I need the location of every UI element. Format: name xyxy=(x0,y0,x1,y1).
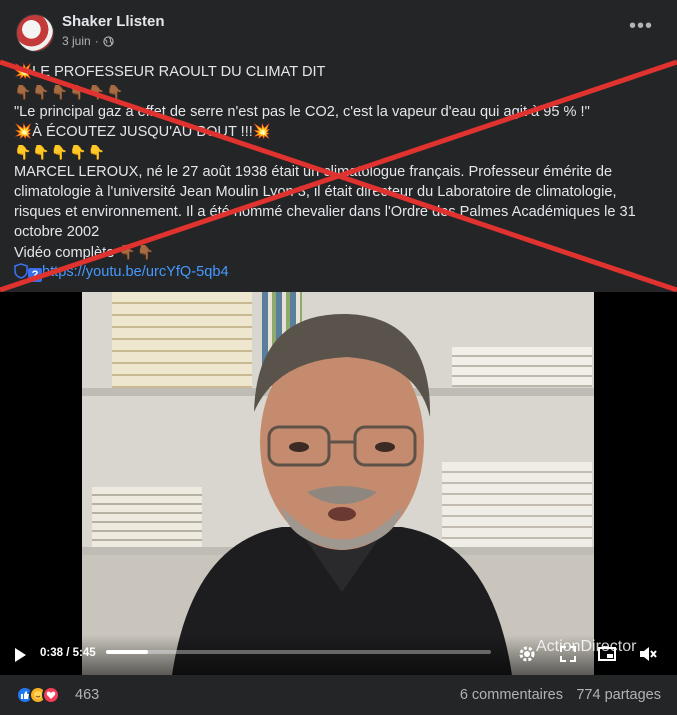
full-video-label: Vidéo complète xyxy=(14,245,115,261)
speaker-figure xyxy=(172,313,512,675)
facebook-post: Shaker Llisten 3 juin · ••• 💥LE PROFESSE… xyxy=(0,0,677,715)
explosion-icon: 💥 xyxy=(14,64,33,80)
reactions[interactable] xyxy=(16,686,60,704)
love-icon xyxy=(42,686,60,704)
author-name[interactable]: Shaker Llisten xyxy=(62,13,165,30)
video-player[interactable]: 0:38 / 5:45 ActionDirector xyxy=(0,292,677,675)
video-time: 0:38 / 5:45 xyxy=(40,647,96,659)
post-header: Shaker Llisten 3 juin · ••• xyxy=(0,0,677,58)
post-meta: 3 juin · xyxy=(62,34,114,48)
mute-icon[interactable] xyxy=(638,644,658,664)
pointing-down-hands-icon: 👇👇👇👇👇 xyxy=(14,144,107,160)
video-frame xyxy=(82,292,594,675)
play-icon[interactable] xyxy=(12,647,28,663)
post-quote: "Le principal gaz à effet de serre n'est… xyxy=(14,104,590,120)
settings-icon[interactable] xyxy=(517,644,537,664)
post-bio: MARCEL LEROUX, né le 27 août 1938 était … xyxy=(14,164,636,240)
post-date[interactable]: 3 juin xyxy=(62,34,91,48)
explosion-icon: 💥 xyxy=(14,124,33,140)
more-options-button[interactable]: ••• xyxy=(629,16,653,36)
video-progress-fill xyxy=(106,650,149,654)
shield-icon xyxy=(14,263,28,279)
comments-count[interactable]: 6 commentaires xyxy=(460,687,563,703)
explosion-icon: 💥 xyxy=(252,124,271,140)
video-progress-bar[interactable] xyxy=(106,650,491,654)
pointing-down-hands-icon: 👇🏾👇🏾 xyxy=(118,244,156,260)
post-text: 💥LE PROFESSEUR RAOULT DU CLIMAT DIT 👇🏾👇🏾… xyxy=(14,62,664,282)
author-avatar[interactable] xyxy=(16,14,54,52)
video-watermark: ActionDirector xyxy=(536,638,637,655)
reaction-count[interactable]: 463 xyxy=(75,687,99,703)
picture-in-picture-icon[interactable] xyxy=(597,644,617,664)
question-icon: ? xyxy=(28,268,42,282)
post-title: LE PROFESSEUR RAOULT DU CLIMAT DIT xyxy=(32,64,326,80)
pointing-down-hands-icon: 👇🏾👇🏾👇🏾👇🏾👇🏾👇🏾 xyxy=(14,84,125,100)
shares-count[interactable]: 774 partages xyxy=(576,687,661,703)
post-listen: À ÉCOUTEZ JUSQU'AU BOUT !!! xyxy=(32,124,253,140)
fullscreen-icon[interactable] xyxy=(558,644,578,664)
globe-icon xyxy=(103,35,114,47)
post-footer: 463 6 commentaires 774 partages xyxy=(0,675,677,715)
youtube-link[interactable]: https://youtu.be/urcYfQ-5qb4 xyxy=(42,264,229,280)
